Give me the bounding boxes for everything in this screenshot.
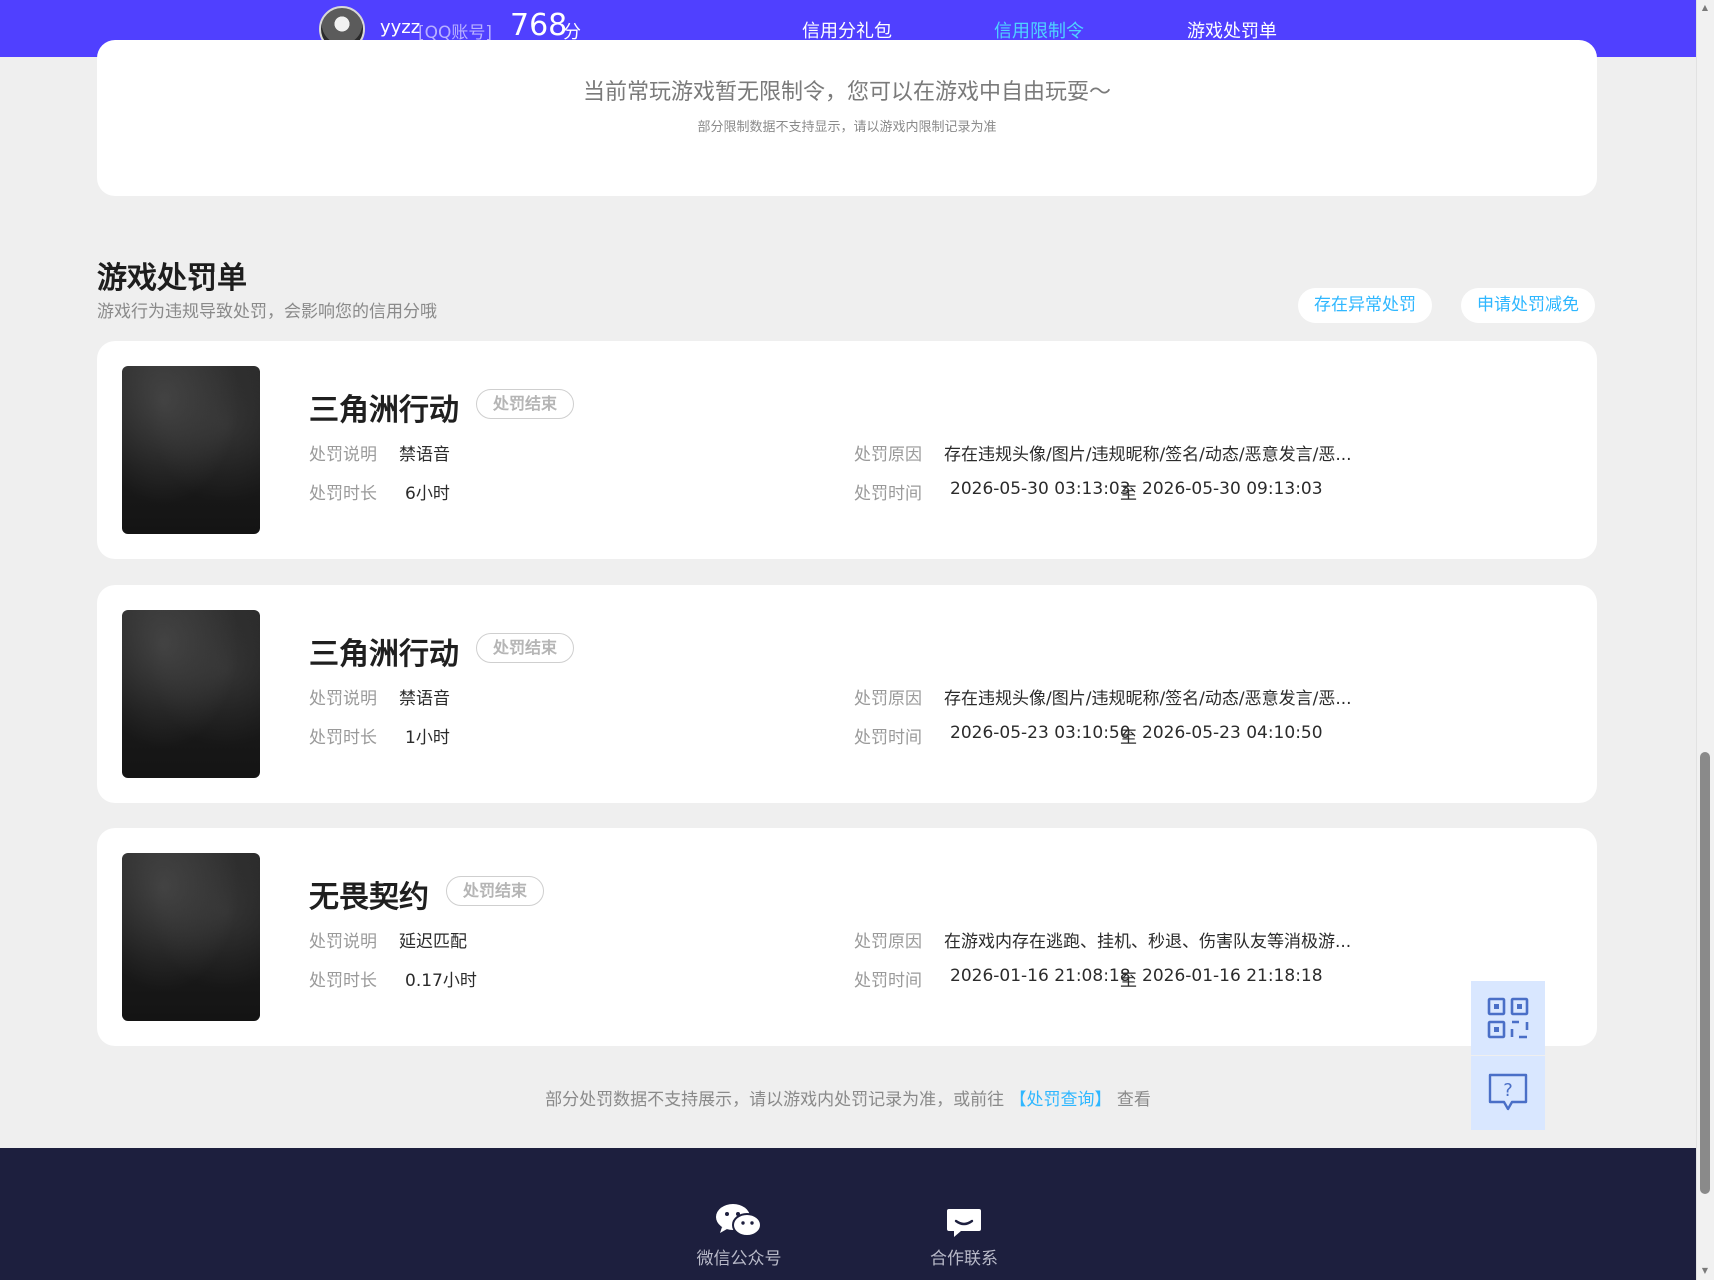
reason-value: 在游戏内存在逃跑、挂机、秒退、伤害队友等消极游... <box>944 932 1352 952</box>
description-value: 禁语音 <box>399 445 450 465</box>
scroll-down-arrow-icon[interactable]: ▼ <box>1700 1266 1710 1276</box>
game-cover-image <box>122 853 260 1021</box>
reason-value: 存在违规头像/图片/违规昵称/签名/动态/恶意发言/恶... <box>944 689 1352 709</box>
description-value: 禁语音 <box>399 689 450 709</box>
svg-text:?: ? <box>1503 1080 1513 1101</box>
status-badge: 处罚结束 <box>476 633 575 663</box>
reason-value: 存在违规头像/图片/违规昵称/签名/动态/恶意发言/恶... <box>944 445 1352 465</box>
qr-code-button[interactable] <box>1471 981 1545 1055</box>
game-name: 无畏契约 <box>309 880 429 915</box>
reason-label: 处罚原因 <box>854 445 922 465</box>
description-label: 处罚说明 <box>309 445 377 465</box>
status-badge: 处罚结束 <box>446 876 545 906</box>
time-separator: 至 <box>1120 484 1137 504</box>
wechat-official-account[interactable]: 微信公众号 <box>679 1198 799 1269</box>
restriction-message: 当前常玩游戏暂无限制令，您可以在游戏中自由玩耍～ <box>582 80 1111 105</box>
game-cover-image <box>122 366 260 534</box>
time-label: 处罚时间 <box>854 971 922 991</box>
time-separator: 至 <box>1120 728 1137 748</box>
time-end: 2026-01-16 21:18:18 <box>1142 966 1323 986</box>
punishment-card: 无畏契约 处罚结束 处罚说明 延迟匹配 处罚时长 0.17小时 处罚原因 在游戏… <box>97 828 1597 1046</box>
cooperation-contact[interactable]: 合作联系 <box>904 1198 1024 1269</box>
footnote-text-end: 查看 <box>1116 1090 1151 1110</box>
duration-value: 1小时 <box>405 728 450 748</box>
punishment-card: 三角洲行动 处罚结束 处罚说明 禁语音 处罚时长 6小时 处罚原因 存在违规头像… <box>97 341 1597 559</box>
duration-value: 6小时 <box>405 484 450 504</box>
punishment-query-link[interactable]: 【处罚查询】 <box>1010 1090 1112 1110</box>
punishment-card: 三角洲行动 处罚结束 处罚说明 禁语音 处罚时长 1小时 处罚原因 存在违规头像… <box>97 585 1597 803</box>
punishment-footnote: 部分处罚数据不支持展示，请以游戏内处罚记录为准，或前往 【处罚查询】 查看 <box>0 1085 1696 1110</box>
time-label: 处罚时间 <box>854 728 922 748</box>
question-chat-icon: ? <box>1488 1073 1528 1111</box>
credit-score-value: 768 <box>510 8 568 43</box>
scrollbar-thumb[interactable] <box>1700 752 1710 1194</box>
message-icon <box>947 1209 981 1237</box>
duration-value: 0.17小时 <box>405 971 477 991</box>
username: yyzz <box>380 17 421 38</box>
duration-label: 处罚时长 <box>309 484 377 504</box>
cooperation-contact-label: 合作联系 <box>930 1249 998 1269</box>
status-badge: 处罚结束 <box>476 389 575 419</box>
apply-reduction-button[interactable]: 申请处罚减免 <box>1461 288 1595 323</box>
duration-label: 处罚时长 <box>309 971 377 991</box>
section-title: 游戏处罚单 <box>97 261 247 296</box>
reason-label: 处罚原因 <box>854 932 922 952</box>
restriction-card: 当前常玩游戏暂无限制令，您可以在游戏中自由玩耍～ 部分限制数据不支持显示，请以游… <box>97 40 1597 196</box>
description-label: 处罚说明 <box>309 689 377 709</box>
time-start: 2026-05-23 03:10:50 <box>950 723 1131 743</box>
footnote-text: 部分处罚数据不支持展示，请以游戏内处罚记录为准，或前往 <box>545 1090 1005 1110</box>
description-value: 延迟匹配 <box>399 932 467 952</box>
qr-code-icon <box>1487 997 1529 1039</box>
time-separator: 至 <box>1120 971 1137 991</box>
game-cover-image <box>122 610 260 778</box>
section-subtitle: 游戏行为违规导致处罚，会影响您的信用分哦 <box>97 302 437 322</box>
time-label: 处罚时间 <box>854 484 922 504</box>
abnormal-punishment-button[interactable]: 存在异常处罚 <box>1298 288 1432 323</box>
description-label: 处罚说明 <box>309 932 377 952</box>
restriction-note: 部分限制数据不支持显示，请以游戏内限制记录为准 <box>697 120 997 135</box>
game-name: 三角洲行动 <box>309 393 459 428</box>
wechat-official-account-label: 微信公众号 <box>696 1249 782 1269</box>
reason-label: 处罚原因 <box>854 689 922 709</box>
wechat-icon <box>716 1204 762 1237</box>
game-name: 三角洲行动 <box>309 637 459 672</box>
time-start: 2026-01-16 21:08:18 <box>950 966 1131 986</box>
duration-label: 处罚时长 <box>309 728 377 748</box>
scroll-up-arrow-icon[interactable]: ▲ <box>1700 3 1710 13</box>
time-start: 2026-05-30 03:13:03 <box>950 479 1131 499</box>
time-end: 2026-05-30 09:13:03 <box>1142 479 1323 499</box>
page-footer: 微信公众号 合作联系 <box>0 1148 1696 1280</box>
time-end: 2026-05-23 04:10:50 <box>1142 723 1323 743</box>
help-feedback-button[interactable]: ? <box>1471 1056 1545 1130</box>
